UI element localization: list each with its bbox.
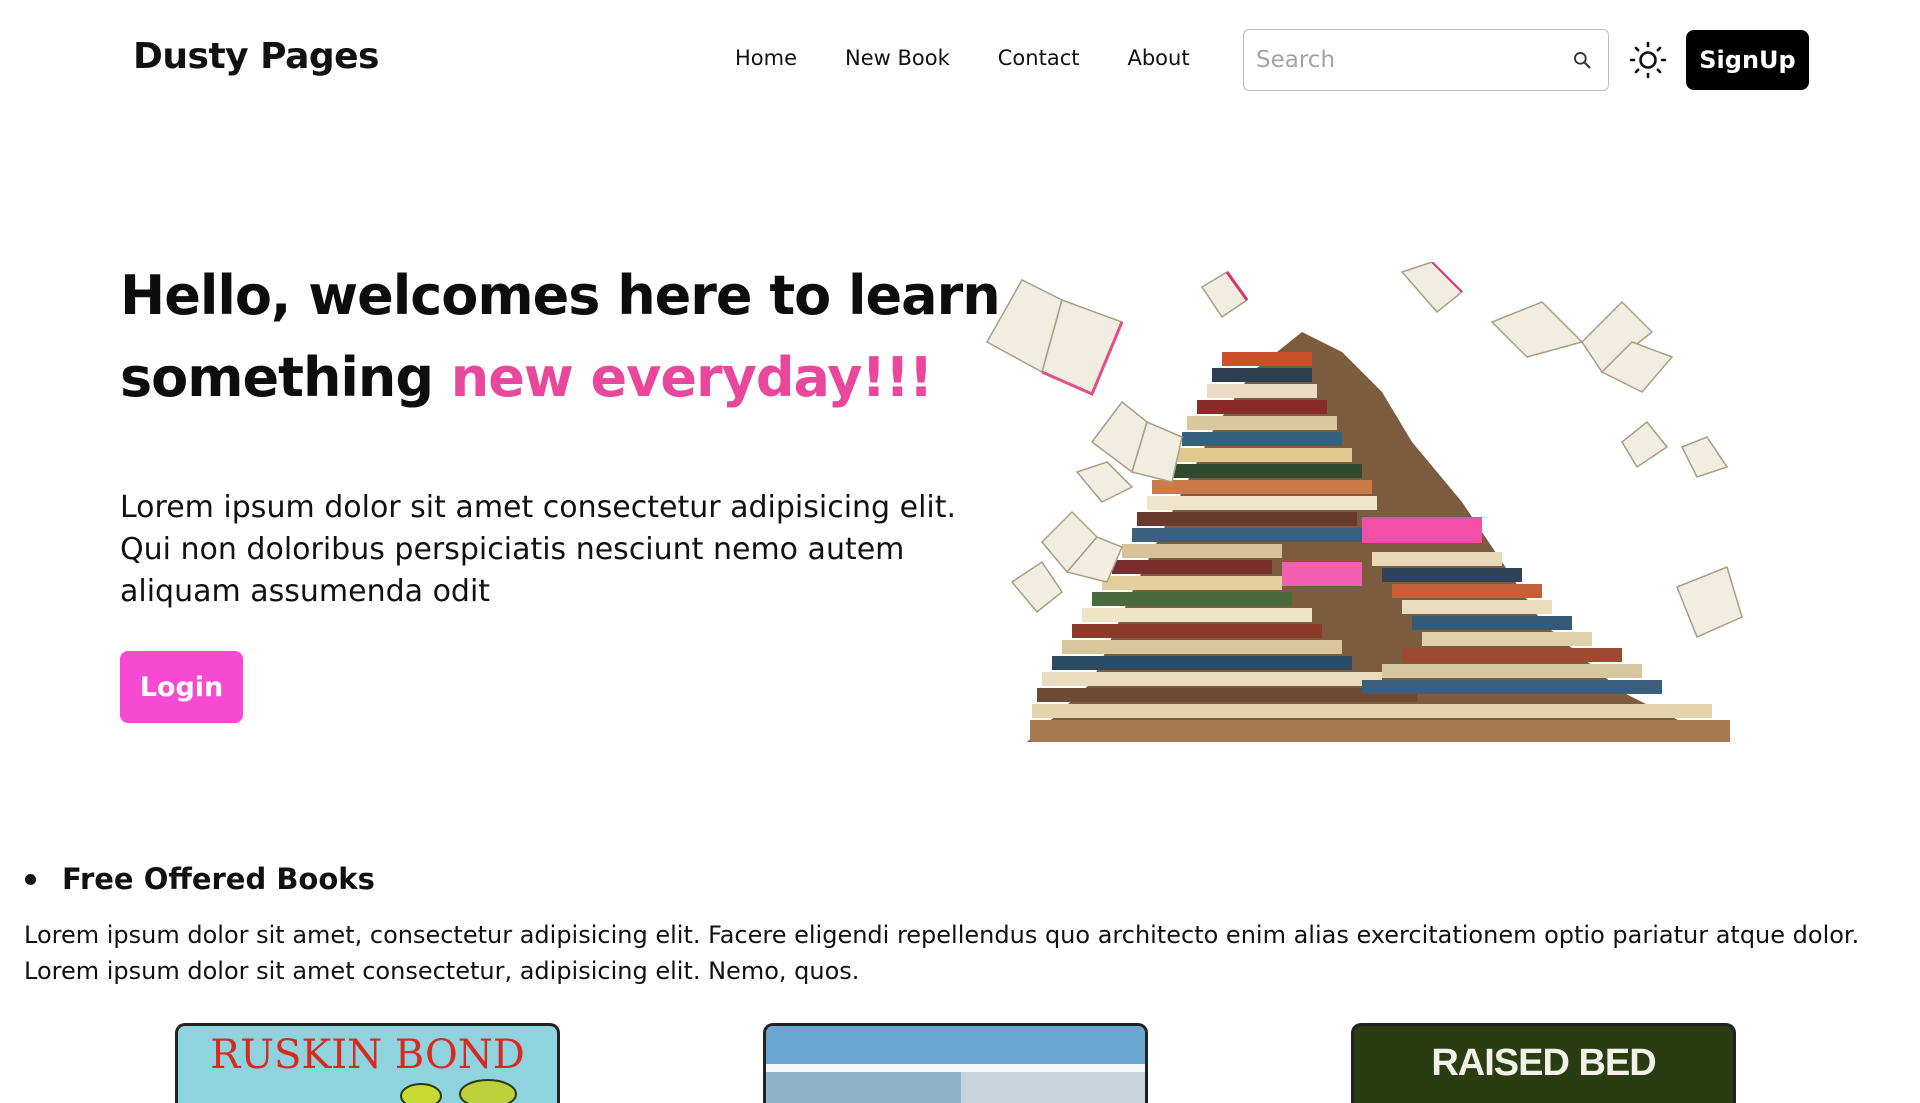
bullet-icon: [25, 873, 36, 885]
search-box: [1243, 29, 1609, 91]
tree-illustration: [400, 1079, 517, 1103]
book-card-raised-bed[interactable]: RAISED BED: [1351, 1023, 1736, 1103]
signup-button[interactable]: SignUp: [1686, 30, 1809, 90]
nav-contact[interactable]: Contact: [998, 46, 1080, 70]
books-pile-illustration: [985, 262, 1743, 742]
hero-title-accent: new everyday!!!: [450, 346, 934, 409]
brand-logo[interactable]: Dusty Pages: [133, 36, 379, 77]
login-button[interactable]: Login: [120, 651, 243, 723]
sun-icon[interactable]: [1628, 40, 1668, 80]
nav-home[interactable]: Home: [735, 46, 797, 70]
free-books-heading-text: Free Offered Books: [62, 862, 375, 896]
nav-new-book[interactable]: New Book: [845, 46, 950, 70]
nav-links: Home New Book Contact About: [735, 46, 1190, 70]
hero-title: Hello, welcomes here to learn something …: [120, 255, 1001, 419]
search-input[interactable]: [1256, 30, 1556, 90]
search-icon[interactable]: [1572, 50, 1592, 70]
navbar: Dusty Pages Home New Book Contact About …: [0, 0, 1920, 120]
book-card-title: RAISED BED: [1431, 1042, 1656, 1084]
nav-about[interactable]: About: [1127, 46, 1189, 70]
free-books-description: Lorem ipsum dolor sit amet, consectetur …: [24, 921, 1860, 985]
free-books-heading: Free Offered Books: [22, 862, 375, 896]
book-card-2[interactable]: [763, 1023, 1148, 1103]
book-card-ruskin-bond[interactable]: RUSKIN BOND: [175, 1023, 560, 1103]
card-2-cover: [766, 1026, 1145, 1103]
hero-description: Lorem ipsum dolor sit amet consectetur a…: [120, 490, 957, 609]
